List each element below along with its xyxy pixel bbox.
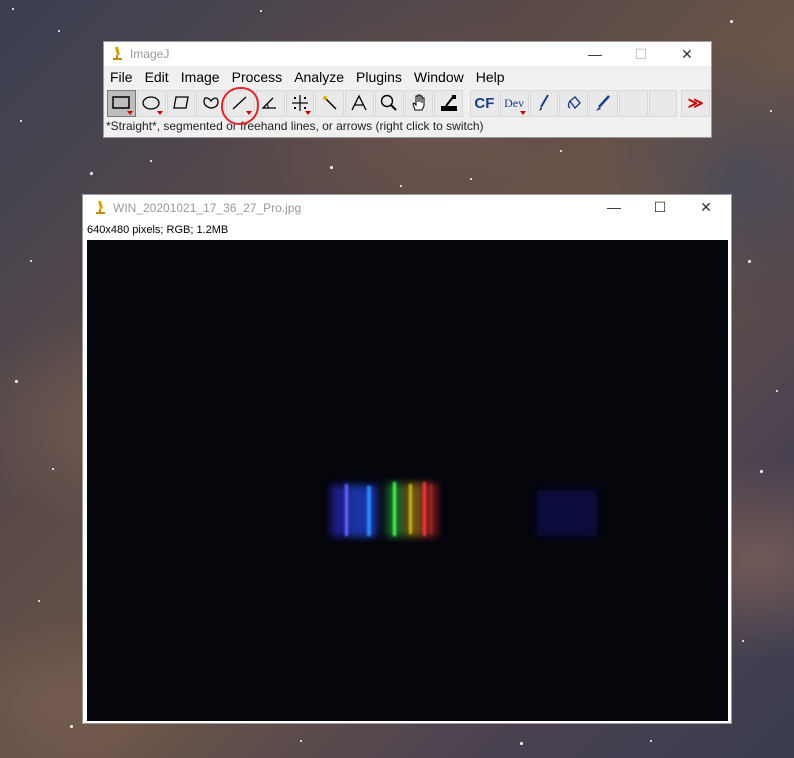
menu-image[interactable]: Image (175, 69, 226, 85)
imagej-window: ImageJ — ☐ ✕ File Edit Image Process Ana… (103, 41, 712, 138)
toolbar: CF Dev ≫ (104, 88, 711, 118)
pencil-tool[interactable] (589, 89, 618, 117)
hand-icon (412, 94, 425, 111)
spectrum-image (331, 482, 597, 537)
menu-process[interactable]: Process (226, 69, 289, 85)
angle-icon (261, 97, 277, 109)
minimize-button[interactable]: — (572, 42, 618, 66)
menu-help[interactable]: Help (470, 69, 511, 85)
flood-fill-icon (567, 96, 581, 110)
polygon-tool[interactable] (166, 89, 196, 117)
text-icon (351, 94, 367, 111)
maximize-icon: ☐ (634, 45, 648, 62)
close-button[interactable]: ✕ (664, 42, 710, 66)
polygon-icon (173, 96, 189, 109)
image-titlebar[interactable]: WIN_20201021_17_36_27_Pro.jpg — ☐ ✕ (83, 195, 731, 221)
image-title: WIN_20201021_17_36_27_Pro.jpg (113, 201, 302, 215)
more-tools-button[interactable]: ≫ (681, 89, 710, 117)
menu-edit[interactable]: Edit (139, 69, 175, 85)
cf-label: CF (474, 94, 495, 112)
image-info: 640x480 pixels; RGB; 1.2MB (87, 224, 229, 236)
empty-slot-1 (618, 89, 648, 117)
minimize-icon: — (607, 199, 621, 215)
dev-label: Dev (504, 95, 525, 110)
menu-window[interactable]: Window (408, 69, 470, 85)
wand-icon (322, 96, 337, 110)
rectangle-tool[interactable] (107, 89, 136, 117)
microscope-icon (96, 200, 105, 214)
oval-tool[interactable] (136, 89, 166, 117)
minimize-button[interactable]: — (591, 195, 637, 219)
maximize-button[interactable]: ☐ (637, 195, 683, 219)
maximize-button[interactable]: ☐ (618, 42, 664, 66)
text-tool[interactable] (345, 89, 374, 117)
close-icon: ✕ (681, 45, 693, 62)
wand-tool[interactable] (315, 89, 344, 117)
scroll-tool[interactable] (404, 89, 434, 117)
dev-tool[interactable]: Dev (499, 89, 529, 117)
color-picker-icon (440, 95, 457, 111)
freehand-icon (202, 97, 219, 109)
maximize-icon: ☐ (653, 198, 667, 215)
menubar: File Edit Image Process Analyze Plugins … (104, 66, 711, 88)
minimize-icon: — (588, 46, 602, 62)
status-bar: *Straight*, segmented or freehand lines,… (106, 119, 484, 133)
double-chevron-icon: ≫ (687, 95, 704, 112)
annotation-circle (221, 87, 259, 125)
angle-tool[interactable] (255, 89, 285, 117)
pencil-icon (596, 95, 611, 111)
close-icon: ✕ (700, 198, 712, 215)
point-tool[interactable] (285, 89, 315, 117)
cf-tool[interactable]: CF (470, 89, 499, 117)
brush-tool[interactable] (529, 89, 559, 117)
imagej-titlebar[interactable]: ImageJ — ☐ ✕ (104, 42, 711, 66)
menu-plugins[interactable]: Plugins (350, 69, 408, 85)
close-button[interactable]: ✕ (683, 195, 729, 219)
color-picker-tool[interactable] (434, 89, 463, 117)
image-window: WIN_20201021_17_36_27_Pro.jpg — ☐ ✕ 640x… (82, 194, 732, 724)
brush-icon (538, 94, 549, 111)
flood-fill-tool[interactable] (559, 89, 588, 117)
image-canvas[interactable] (87, 240, 728, 721)
menu-file[interactable]: File (104, 69, 139, 85)
magnifier-tool[interactable] (374, 89, 404, 117)
imagej-title: ImageJ (130, 47, 170, 61)
magnifier-icon (380, 94, 397, 111)
menu-analyze[interactable]: Analyze (288, 69, 350, 85)
empty-slot-2 (648, 89, 678, 117)
microscope-icon (113, 46, 122, 60)
